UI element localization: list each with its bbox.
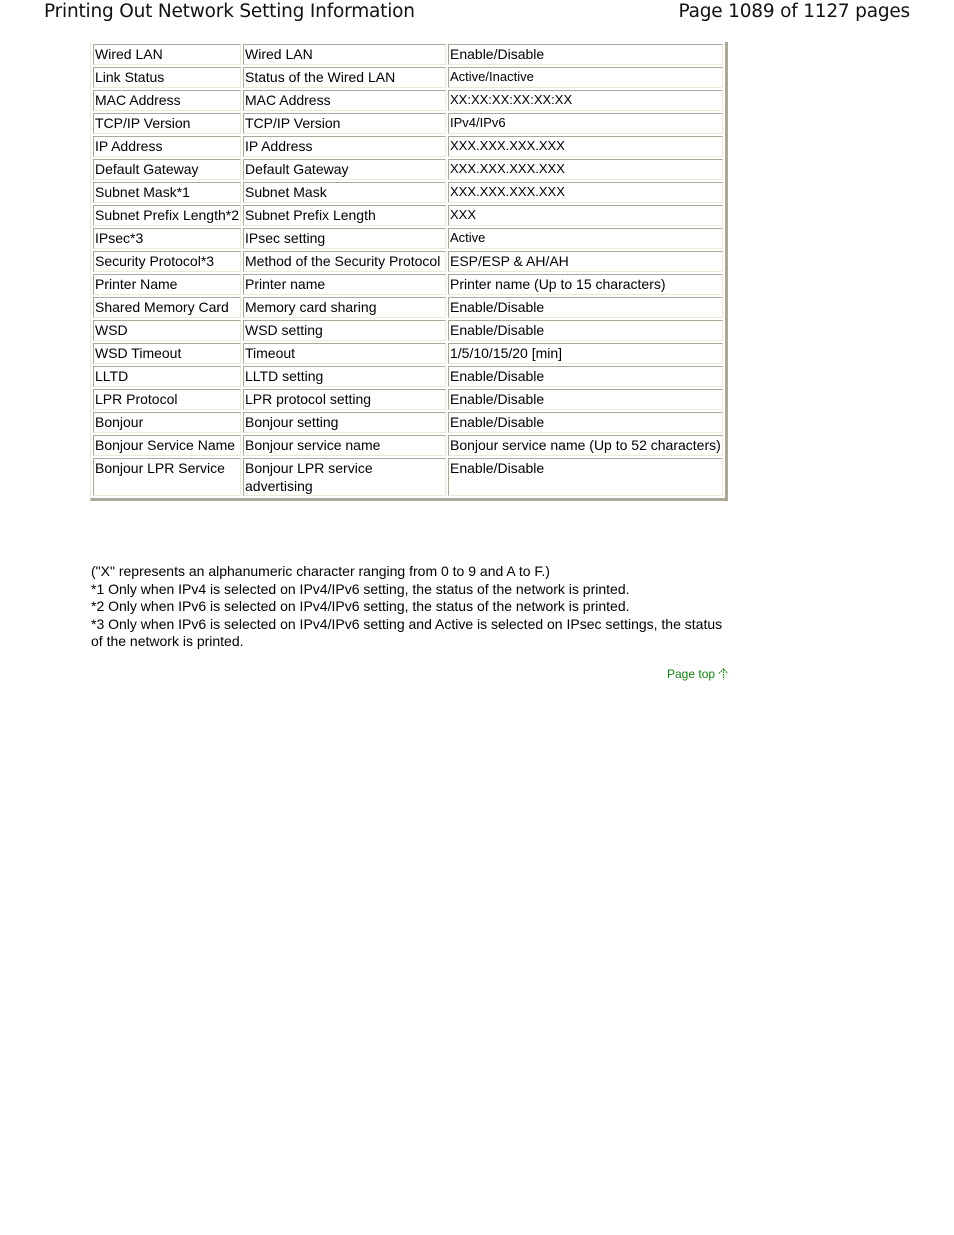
page-top-link[interactable]: Page top [667,667,729,681]
table-row: MAC Address MAC Address XX:XX:XX:XX:XX:XX [93,90,723,111]
value-cell: XXX.XXX.XXX.XXX [448,182,723,203]
setting-item-cell: TCP/IP Version [93,113,241,134]
description-cell: Subnet Prefix Length [243,205,446,226]
footnote-x-definition: ("X" represents an alphanumeric characte… [91,563,550,579]
table-row: Shared Memory Card Memory card sharing Ena… [93,297,723,318]
setting-item-cell: Bonjour [93,412,241,433]
description-cell: Subnet Mask [243,182,446,203]
description-cell: Method of the Security Protocol [243,251,446,272]
value-cell: Enable/Disable [448,320,723,341]
value-cell: Active/Inactive [448,67,723,88]
value-cell: XXX [448,205,723,226]
table-row: LPR Protocol LPR protocol setting Enable/D… [93,389,723,410]
table-row: WSD Timeout Timeout 1/5/10/15/20 [min] [93,343,723,364]
value-cell: Printer name (Up to 15 characters) [448,274,723,295]
description-cell: LPR protocol setting [243,389,446,410]
description-cell: Wired LAN [243,44,446,65]
value-cell: ESP/ESP & AH/AH [448,251,723,272]
table-row: Security Protocol*3 Method of the Securit… [93,251,723,272]
setting-item-cell: Default Gateway [93,159,241,180]
setting-item-cell: Wired LAN [93,44,241,65]
description-cell: IPsec setting [243,228,446,249]
table-row: Wired LAN Wired LAN Enable/Disable [93,44,723,65]
description-cell: LLTD setting [243,366,446,387]
value-cell: Enable/Disable [448,297,723,318]
value-cell: IPv4/IPv6 [448,113,723,134]
footnotes: ("X" represents an alphanumeric characte… [91,563,731,651]
table-row: Default Gateway Default Gateway XXX.XXX.XX… [93,159,723,180]
description-cell: WSD setting [243,320,446,341]
footnote-2: *2 Only when IPv6 is selected on IPv4/IP… [91,598,630,614]
network-settings-table: Wired LAN Wired LAN Enable/Disable Link Sta… [90,42,728,501]
setting-item-cell: IPsec*3 [93,228,241,249]
table-row: IPsec*3 IPsec setting Active [93,228,723,249]
footnote-1: *1 Only when IPv4 is selected on IPv4/IP… [91,580,630,597]
table-row: WSD WSD setting Enable/Disable [93,320,723,341]
description-cell: TCP/IP Version [243,113,446,134]
arrow-up-icon [718,668,729,680]
setting-item-cell: MAC Address [93,90,241,111]
page-title: Printing Out Network Setting Information [44,1,415,22]
description-cell: Bonjour LPR service advertising [243,458,446,496]
value-cell: Enable/Disable [448,366,723,387]
page-top-label[interactable]: Page top [667,667,715,681]
description-cell: Bonjour setting [243,412,446,433]
table-row: Bonjour Bonjour setting Enable/Disable [93,412,723,433]
description-cell: IP Address [243,136,446,157]
setting-item-cell: LPR Protocol [93,389,241,410]
value-cell: XXX.XXX.XXX.XXX [448,136,723,157]
table-row: Printer Name Printer name Printer name (Up… [93,274,723,295]
value-cell: Enable/Disable [448,389,723,410]
table-row: Subnet Prefix Length*2 Subnet Prefix Leng… [93,205,723,226]
table-row: Bonjour LPR Service Bonjour LPR service a… [93,458,723,496]
table-row: Subnet Mask*1 Subnet Mask XXX.XXX.XXX.XXX [93,182,723,203]
value-cell: Enable/Disable [448,458,723,496]
setting-item-cell: Subnet Mask*1 [93,182,241,203]
setting-item-cell: WSD Timeout [93,343,241,364]
description-cell: Default Gateway [243,159,446,180]
footnote-3: *3 Only when IPv6 is selected on IPv4/IP… [91,615,723,650]
value-cell: Bonjour service name (Up to 52 character… [448,435,723,456]
page-indicator: Page 1089 of 1127 pages [678,1,910,22]
description-cell: Bonjour service name [243,435,446,456]
setting-item-cell: Printer Name [93,274,241,295]
setting-item-cell: Link Status [93,67,241,88]
description-cell: MAC Address [243,90,446,111]
setting-item-cell: Bonjour LPR Service [93,458,241,496]
setting-item-cell: Bonjour Service Name [93,435,241,456]
table-row: TCP/IP Version TCP/IP Version IPv4/IPv6 [93,113,723,134]
table-row: IP Address IP Address XXX.XXX.XXX.XXX [93,136,723,157]
page-header: Printing Out Network Setting Information… [0,0,954,30]
table-row: LLTD LLTD setting Enable/Disable [93,366,723,387]
value-cell: Enable/Disable [448,44,723,65]
setting-item-cell: Shared Memory Card [93,297,241,318]
setting-item-cell: Subnet Prefix Length*2 [93,205,241,226]
description-cell: Timeout [243,343,446,364]
table-row: Bonjour Service Name Bonjour service name… [93,435,723,456]
value-cell: 1/5/10/15/20 [min] [448,343,723,364]
description-cell: Printer name [243,274,446,295]
description-cell: Status of the Wired LAN [243,67,446,88]
value-cell: XX:XX:XX:XX:XX:XX [448,90,723,111]
setting-item-cell: IP Address [93,136,241,157]
setting-item-cell: Security Protocol*3 [93,251,241,272]
value-cell: Enable/Disable [448,412,723,433]
description-cell: Memory card sharing [243,297,446,318]
setting-item-cell: LLTD [93,366,241,387]
setting-item-cell: WSD [93,320,241,341]
value-cell: Active [448,228,723,249]
value-cell: XXX.XXX.XXX.XXX [448,159,723,180]
table-row: Link Status Status of the Wired LAN Active… [93,67,723,88]
